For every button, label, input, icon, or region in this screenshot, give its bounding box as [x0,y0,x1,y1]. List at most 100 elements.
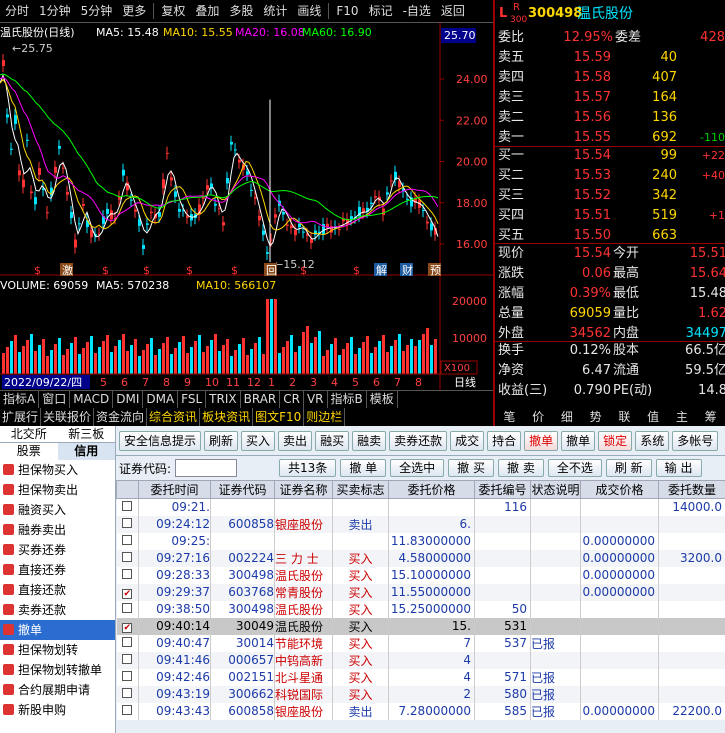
cancel-buy-button[interactable]: 撤 买 [448,459,494,477]
table-row[interactable]: 09:41:46 000657 中钨高新 买入 4 [116,651,725,669]
checkbox-box[interactable]: ✔ [122,589,133,599]
row-checkbox[interactable] [116,634,139,652]
nav-item[interactable]: 担保物卖出 [0,480,115,500]
toolbar-item[interactable]: 复权 [156,0,190,22]
table-row[interactable]: 09:28:33 300498 温氏股份 买入 15.10000000 0.0000000… [116,566,725,584]
table-row[interactable]: 09:40:47 30014 节能环境 买入 7 537 已报 [116,634,725,652]
column-header[interactable]: 证券名称 [274,480,333,499]
indicator-tab[interactable]: FSL [178,391,207,408]
checkbox-box[interactable] [122,603,133,613]
table-row[interactable]: 09:21. 116 14000.0 [116,498,725,516]
toolbar-item[interactable]: 1分钟 [34,0,76,22]
action-button[interactable]: 买入 [241,430,276,451]
table-row[interactable]: 09:43:43 600858 银座股份 卖出 7.28000000 585 已报 0.000… [116,702,725,720]
row-checkbox[interactable] [116,549,139,567]
toolbar-item[interactable]: 更多 [117,0,151,22]
table-row[interactable]: 09:25: 11.83000000 0.00000000 [116,532,725,550]
column-header[interactable] [116,480,139,499]
cancel-sell-button[interactable]: 撤 卖 [498,459,544,477]
action-button[interactable]: 多帐号 [672,430,719,451]
select-all-button[interactable]: 全选中 [390,459,445,477]
nav-item[interactable]: 买券还券 [0,540,115,560]
table-row[interactable]: 09:38:50 300498 温氏股份 买入 15.25000000 50 [116,600,725,618]
checkbox-box[interactable] [122,518,133,528]
quote-tab[interactable]: 笔 [495,408,524,426]
column-header[interactable]: 买卖标志 [332,480,389,499]
nav-item[interactable]: 撤单 [0,620,115,640]
function-tab[interactable]: 板块资讯 [200,408,254,426]
action-button[interactable]: 安全信息提示 [119,430,202,451]
row-checkbox[interactable] [116,515,139,533]
kline-svg[interactable]: 温氏股份(日线) MA5: 15.48 MA10: 15.55 MA20: 16.08… [0,23,493,390]
table-row[interactable]: ✔ 09:29:37 603768 常青股份 买入 11.55000000 0.000000… [116,583,725,601]
checkbox-box[interactable] [122,671,133,681]
nav-item[interactable]: 担保物划转撤单 [0,660,115,680]
code-input[interactable] [175,459,238,477]
nav-item[interactable]: 融券卖出 [0,520,115,540]
row-checkbox[interactable]: ✔ [116,617,139,635]
export-button[interactable]: 输 出 [655,459,702,477]
toolbar-item[interactable]: 标记 [364,0,398,22]
quote-tab[interactable]: 价 [524,408,553,426]
row-checkbox[interactable] [116,566,139,584]
column-header[interactable]: 委托价格 [388,480,475,499]
checkbox-box[interactable] [122,688,133,698]
function-tab[interactable]: 则边栏 [304,408,346,426]
table-row[interactable]: 09:42:46 002151 北斗星通 买入 4 571 已报 [116,668,725,686]
toolbar-item[interactable]: F10 [331,0,363,22]
row-checkbox[interactable] [116,600,139,618]
row-checkbox[interactable] [116,498,139,516]
action-button[interactable]: 撤单 [524,430,559,451]
indicator-tab[interactable]: BRAR [241,391,281,408]
column-header[interactable]: 委托时间 [138,480,211,499]
checkbox-box[interactable] [122,552,133,562]
row-checkbox[interactable] [116,668,139,686]
row-checkbox[interactable] [116,685,139,703]
toolbar-item[interactable]: 多股 [224,0,258,22]
action-button[interactable]: 卖券还款 [389,430,448,451]
indicator-tab[interactable]: 指标A [0,391,40,408]
indicator-tab[interactable]: DMI [113,391,144,408]
row-checkbox[interactable] [116,651,139,669]
nav-item[interactable]: 合约展期申请 [0,680,115,700]
action-button[interactable]: 撤单 [561,430,596,451]
function-tab[interactable]: 关联报价 [41,408,95,426]
function-tab[interactable]: 扩展行 [0,408,42,426]
column-header[interactable]: 状态说明 [530,480,581,499]
nav-item[interactable]: 新股申购 [0,700,115,720]
table-row[interactable]: 09:43:19 300662 科锐国际 买入 2 580 已报 [116,685,725,703]
nav-item[interactable]: 卖券还款 [0,600,115,620]
table-row[interactable]: 09:24:12 600858 银座股份 卖出 6. [116,515,725,533]
row-checkbox[interactable] [116,702,139,720]
toolbar-item[interactable]: -自选 [398,0,436,22]
action-button[interactable]: 系统 [635,430,670,451]
indicator-tab[interactable]: 指标B [328,391,367,408]
indicator-tab[interactable]: MACD [70,391,114,408]
checkbox-box[interactable] [122,501,133,512]
indicator-tab[interactable]: TRIX [206,391,241,408]
toolbar-item[interactable]: 统计 [258,0,292,22]
action-button[interactable]: 成交 [450,430,485,451]
column-header[interactable]: 成交价格 [580,480,659,499]
indicator-tab[interactable]: 窗口 [39,391,71,408]
toolbar-item[interactable]: 叠加 [190,0,224,22]
table-row[interactable]: ✔ 09:40:14 30049 温氏股份 买入 15. 531 [116,617,725,635]
action-button[interactable]: 卖出 [278,430,313,451]
indicator-tab[interactable]: CR [280,391,304,408]
indicator-tab[interactable]: VR [304,391,328,408]
indicator-tab[interactable]: 模板 [367,391,398,408]
quote-tab[interactable]: 细 [553,408,582,426]
column-header[interactable]: 证券代码 [210,480,275,499]
quote-tab[interactable]: 联 [610,408,639,426]
table-row[interactable]: 09:27:16 002224 三 力 士买入 4.58000000 0.0000000… [116,549,725,567]
indicator-tab[interactable]: DMA [143,391,179,408]
column-header[interactable]: 委托编号 [474,480,531,499]
market-tab[interactable]: 北交所 [0,426,58,442]
function-tab[interactable]: 综合资讯 [147,408,201,426]
kline-chart[interactable]: 温氏股份(日线) MA5: 15.48 MA10: 15.55 MA20: 16.08… [0,23,493,408]
checkbox-box[interactable] [122,654,133,664]
action-button[interactable]: 刷新 [204,430,239,451]
function-tab[interactable]: 图文F10 [253,408,305,426]
action-button[interactable]: 融买 [315,430,350,451]
action-button[interactable]: 持合 [487,430,522,451]
